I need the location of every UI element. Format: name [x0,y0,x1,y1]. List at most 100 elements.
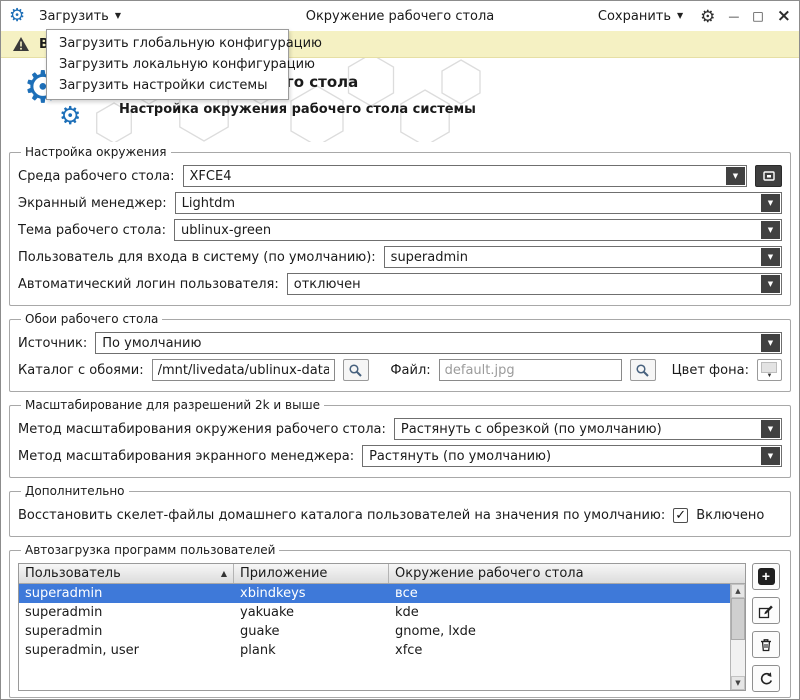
cell-application: plank [240,643,276,658]
autologin-value: отключен [293,277,361,292]
background-color-button[interactable]: ▼ [756,359,783,381]
scrollbar-down-button[interactable]: ▼ [731,676,745,690]
menu-item-load-system-settings[interactable]: Загрузить настройки системы [47,75,288,96]
wallpaper-group: Обои рабочего стола Источник: По умолчан… [9,312,791,392]
default-user-label: Пользователь для входа в систему (по умо… [18,249,376,265]
wallpaper-dir-label: Каталог с обоями: [18,362,144,378]
wallpaper-source-label: Источник: [18,335,88,351]
environment-group-legend: Настройка окружения [25,145,167,159]
magnifier-icon [636,363,649,377]
desktop-scaling-method-select[interactable]: Растянуть с обрезкой (по умолчанию) ▼ [393,418,782,440]
add-button[interactable]: + [752,563,780,590]
cell-user: superadmin [25,586,103,601]
sort-ascending-icon: ▲ [220,569,227,578]
additional-group: Дополнительно Восстановить скелет-файлы … [9,484,791,537]
restore-skel-label: Восстановить скелет-файлы домашнего ката… [18,507,666,523]
wallpaper-dir-browse-button[interactable] [342,359,369,381]
desktop-environment-value: XFCE4 [189,169,232,184]
wallpaper-file-label: Файл: [390,362,431,378]
additional-group-legend: Дополнительно [25,484,125,498]
scaling-group-legend: Масштабирование для разрешений 2k и выше [25,398,320,412]
save-menu-button[interactable]: Сохранить ▼ [594,7,687,26]
table-row[interactable]: superadmin, user plank xfce [19,641,730,660]
column-header-user[interactable]: Пользователь ▲ [19,564,234,583]
dm-scaling-method-label: Метод масштабирования экранного менеджер… [18,448,355,464]
cell-user: superadmin [25,624,103,639]
load-menu-button-label: Загрузить [39,8,109,24]
minimize-button[interactable]: — [728,11,739,22]
wallpaper-source-select[interactable]: По умолчанию ▼ [95,332,782,354]
autostart-group-legend: Автозагрузка программ пользователей [25,543,276,557]
maximize-button[interactable]: □ [752,10,763,22]
autologin-label: Автоматический логин пользователя: [18,276,279,292]
menu-item-load-global-config[interactable]: Загрузить глобальную конфигурацию [47,33,322,54]
wallpaper-file-input[interactable] [438,359,622,381]
cell-environment: все [395,586,418,601]
desktop-environment-select[interactable]: XFCE4 ▼ [182,165,747,187]
cell-application: xbindkeys [240,586,306,601]
table-header: Пользователь ▲ Приложение Окружение рабо… [19,564,745,584]
dropdown-arrow-icon: ▼ [761,275,780,293]
cell-user: superadmin, user [25,643,139,658]
display-manager-value: Lightdm [181,196,235,211]
app-gears-icon: ⚙ [9,5,26,26]
pencil-icon [758,605,773,618]
scaling-group: Масштабирование для разрешений 2k и выше… [9,398,791,478]
scrollbar-track[interactable] [731,640,745,676]
table-scrollbar[interactable]: ▲ ▼ [730,584,745,690]
titlebar: ⚙ Загрузить ▼ Окружение рабочего стола С… [1,1,799,31]
dropdown-arrow-icon: ▼ [726,167,745,185]
table-row[interactable]: superadmin yakuake kde [19,603,730,622]
desktop-theme-label: Тема рабочего стола: [18,222,166,238]
load-menu-button[interactable]: Загрузить ▼ [35,7,125,26]
delete-button[interactable] [752,631,780,658]
refresh-button[interactable] [752,665,780,692]
restore-skel-checkbox[interactable]: ✓ [673,507,689,523]
refresh-icon [760,671,773,684]
wallpaper-file-browse-button[interactable] [629,359,656,381]
default-user-select[interactable]: superadmin ▼ [383,246,782,268]
wallpaper-group-legend: Обои рабочего стола [25,312,159,326]
autostart-actions: + [752,563,782,692]
dropdown-arrow-icon: ▼ [761,447,780,465]
scrollbar-up-button[interactable]: ▲ [731,584,745,598]
caret-down-icon: ▼ [114,11,121,20]
dropdown-arrow-icon: ▼ [761,420,780,438]
autostart-table: Пользователь ▲ Приложение Окружение рабо… [18,563,746,691]
display-manager-select[interactable]: Lightdm ▼ [174,192,782,214]
restore-skel-checkbox-label: Включено [696,507,765,523]
trash-icon [761,638,771,651]
cell-application: guake [240,624,280,639]
menu-item-load-local-config[interactable]: Загрузить локальную конфигурацию [47,54,315,75]
check-icon: ✓ [675,507,687,523]
table-row[interactable]: superadmin guake gnome, lxde [19,622,730,641]
save-menu-button-label: Сохранить [597,8,671,24]
load-menu: Загрузить глобальную конфигурацию Загруз… [46,29,322,100]
caret-down-icon: ▼ [766,373,773,379]
plus-icon: + [757,568,775,585]
dropdown-arrow-icon: ▼ [761,221,780,239]
desktop-scaling-method-value: Растянуть с обрезкой (по умолчанию) [400,422,662,437]
cell-user: superadmin [25,605,103,620]
magnifier-icon [349,363,362,377]
table-row[interactable]: superadmin xbindkeys все [19,584,730,603]
dropdown-arrow-icon: ▼ [761,194,780,212]
settings-gear-button[interactable]: ⚙ [700,8,715,25]
autologin-select[interactable]: отключен ▼ [286,273,782,295]
scrollbar-thumb[interactable] [731,598,745,640]
desktop-environment-label: Среда рабочего стола: [18,168,175,184]
dropdown-arrow-icon: ▼ [761,334,780,352]
edit-button[interactable] [752,597,780,624]
column-header-environment[interactable]: Окружение рабочего стола [389,564,745,583]
wallpaper-dir-input[interactable] [151,359,335,381]
cell-environment: kde [395,605,419,620]
package-icon [762,171,775,181]
close-button[interactable]: × [777,7,791,25]
app-window: ⚙ Загрузить ▼ Окружение рабочего стола С… [0,0,800,700]
desktop-theme-select[interactable]: ublinux-green ▼ [173,219,782,241]
dm-scaling-method-value: Растянуть (по умолчанию) [369,449,552,464]
dm-scaling-method-select[interactable]: Растянуть (по умолчанию) ▼ [362,445,782,467]
warning-icon [13,37,29,51]
desktop-environment-extra-button[interactable] [755,165,782,187]
column-header-application[interactable]: Приложение [234,564,389,583]
